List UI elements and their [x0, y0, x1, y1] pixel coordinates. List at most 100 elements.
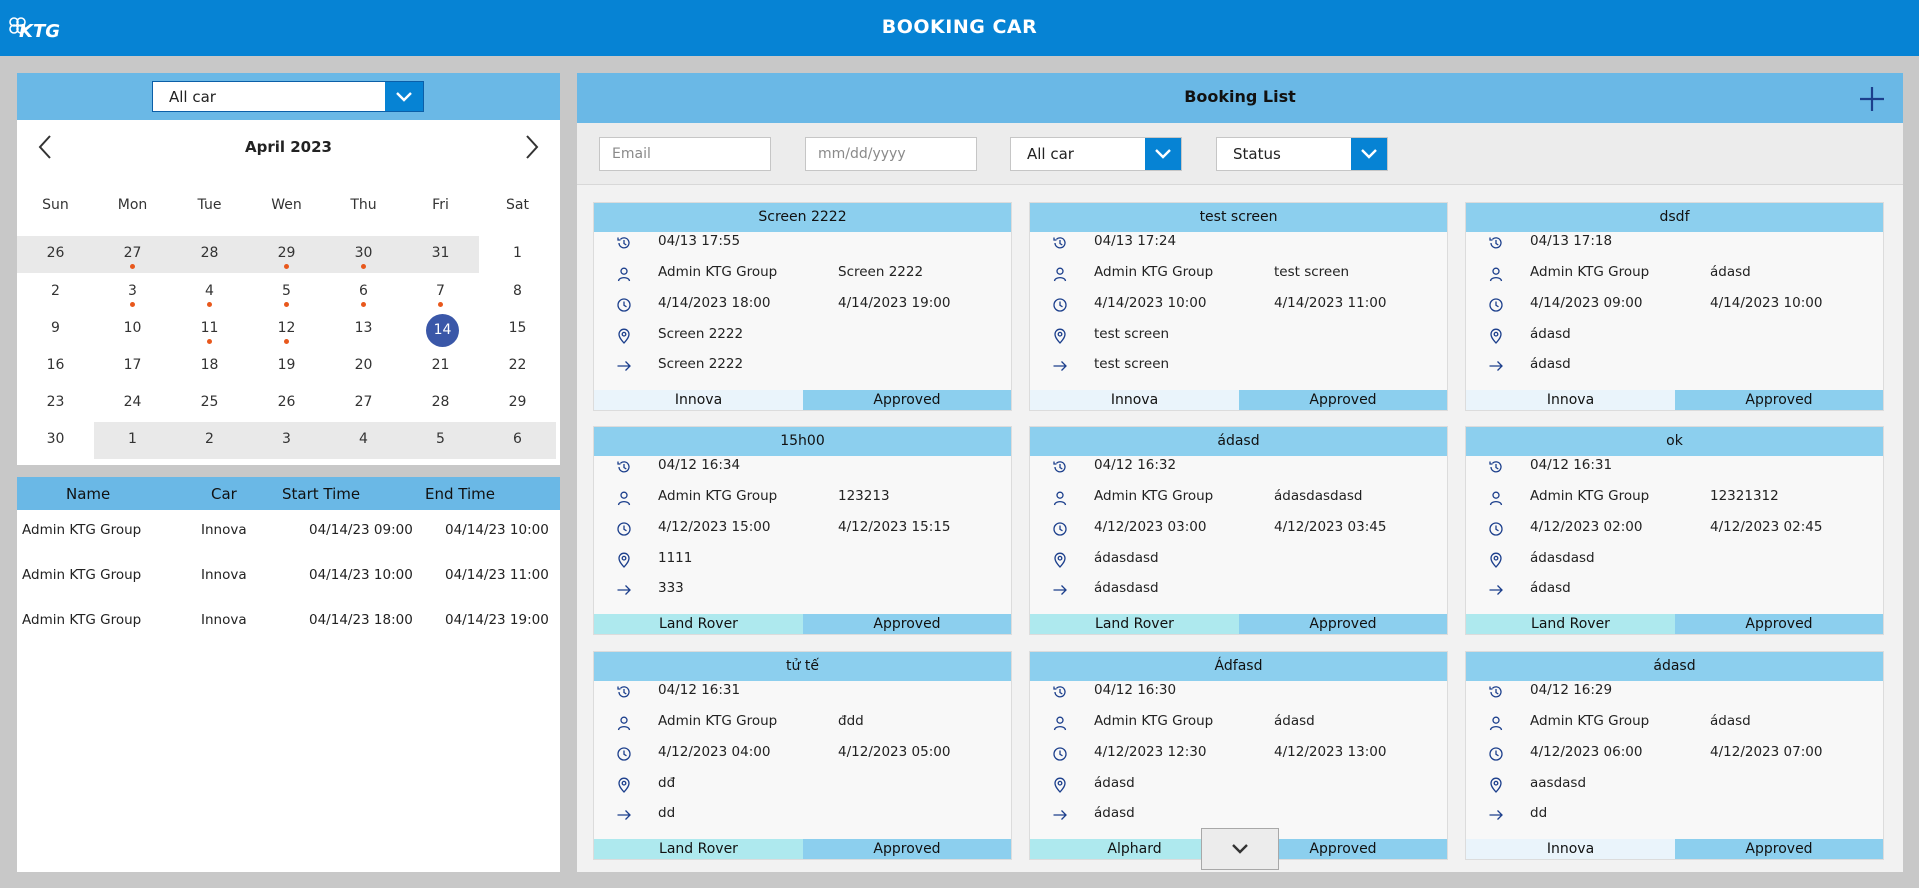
- calendar-day[interactable]: 10: [94, 311, 171, 348]
- cell-car: Innova: [201, 567, 247, 583]
- booking-card[interactable]: ádasd 04/12 16:29 Admin KTG Group ádasd 4/12…: [1465, 651, 1884, 860]
- calendar-day[interactable]: 2: [17, 274, 94, 311]
- calendar-day-number: 16: [46, 357, 65, 373]
- calendar-day-number: 11: [200, 320, 219, 336]
- booking-from-location: test screen: [1094, 326, 1170, 342]
- add-booking-button[interactable]: [1857, 84, 1887, 114]
- calendar-day[interactable]: 6: [479, 422, 556, 459]
- calendar-day-number: 20: [354, 357, 373, 373]
- calendar-day[interactable]: 29: [479, 385, 556, 422]
- booking-car-tag: Innova: [1030, 390, 1239, 410]
- booking-destination: 333: [658, 580, 684, 596]
- calendar-day[interactable]: 23: [17, 385, 94, 422]
- booking-list-header: Booking List: [577, 73, 1903, 123]
- calendar-day[interactable]: 18: [171, 348, 248, 385]
- calendar-day[interactable]: 24: [94, 385, 171, 422]
- calendar-day[interactable]: 20: [325, 348, 402, 385]
- calendar-day[interactable]: 1: [94, 422, 171, 459]
- calendar-day[interactable]: 22: [479, 348, 556, 385]
- calendar-day-number: 1: [513, 245, 522, 261]
- chevron-down-icon[interactable]: [1351, 138, 1387, 170]
- car-list-filter-dropdown[interactable]: All car: [1010, 137, 1182, 171]
- calendar-day-number: 8: [513, 283, 522, 299]
- table-header: Name Car Start Time End Time: [17, 477, 560, 510]
- clock-icon: [1052, 521, 1068, 537]
- booking-car-tag: Land Rover: [1466, 614, 1675, 634]
- calendar-day[interactable]: 21: [402, 348, 479, 385]
- calendar-day[interactable]: 27: [325, 385, 402, 422]
- calendar-day[interactable]: 4: [171, 274, 248, 311]
- booking-card[interactable]: ádasd 04/12 16:32 Admin KTG Group ádasdasda…: [1029, 426, 1448, 635]
- booking-purpose: ádasdasdasd: [1274, 488, 1363, 504]
- calendar-day[interactable]: 17: [94, 348, 171, 385]
- user-icon: [616, 490, 632, 506]
- calendar-day[interactable]: 26: [248, 385, 325, 422]
- booking-card[interactable]: ok 04/12 16:31 Admin KTG Group 12321312 4/12…: [1465, 426, 1884, 635]
- calendar-day-number: 3: [282, 431, 291, 447]
- chevron-down-icon[interactable]: [1145, 138, 1181, 170]
- calendar-day[interactable]: 31: [402, 236, 479, 273]
- booking-end-time: 4/12/2023 15:15: [838, 519, 951, 535]
- calendar-day[interactable]: 6: [325, 274, 402, 311]
- chevron-down-icon[interactable]: [385, 82, 423, 111]
- calendar-day[interactable]: 28: [171, 236, 248, 273]
- user-icon: [1488, 490, 1504, 506]
- calendar-day-number: 4: [359, 431, 368, 447]
- weekday-label: Wen: [271, 197, 302, 213]
- booking-card-title: ok: [1466, 427, 1883, 456]
- booking-purpose: 12321312: [1710, 488, 1779, 504]
- calendar-day[interactable]: 9: [17, 311, 94, 348]
- weekday-label: Sat: [506, 197, 529, 213]
- calendar-day[interactable]: 1: [479, 236, 556, 273]
- booking-user: Admin KTG Group: [1094, 713, 1214, 729]
- booking-created-time: 04/12 16:31: [1530, 457, 1613, 473]
- calendar-day-number: 18: [200, 357, 219, 373]
- calendar-day[interactable]: 7: [402, 274, 479, 311]
- calendar-day[interactable]: 5: [248, 274, 325, 311]
- calendar-day[interactable]: 5: [402, 422, 479, 459]
- booking-end-time: 4/12/2023 03:45: [1274, 519, 1387, 535]
- calendar-day[interactable]: 15: [479, 311, 556, 348]
- calendar-day[interactable]: 27: [94, 236, 171, 273]
- booking-card[interactable]: Screen 2222 04/13 17:55 Admin KTG Group Scr…: [593, 202, 1012, 411]
- booking-card[interactable]: dsdf 04/13 17:18 Admin KTG Group ádasd 4/14/…: [1465, 202, 1884, 411]
- calendar-day-number: 26: [46, 245, 65, 261]
- status-filter-dropdown[interactable]: Status: [1216, 137, 1388, 171]
- user-icon: [1052, 715, 1068, 731]
- calendar-day[interactable]: 26: [17, 236, 94, 273]
- next-month-button[interactable]: [522, 132, 542, 162]
- calendar-day[interactable]: 13: [325, 311, 402, 348]
- calendar-day[interactable]: 8: [479, 274, 556, 311]
- calendar-day[interactable]: 25: [171, 385, 248, 422]
- calendar-day[interactable]: 4: [325, 422, 402, 459]
- calendar-day[interactable]: 30: [17, 422, 94, 459]
- calendar-day[interactable]: 19: [248, 348, 325, 385]
- calendar-day[interactable]: 12: [248, 311, 325, 348]
- calendar-day-number: 30: [46, 431, 65, 447]
- booking-car-tag: Innova: [1466, 390, 1675, 410]
- calendar-day[interactable]: 3: [248, 422, 325, 459]
- scroll-down-button[interactable]: [1201, 828, 1279, 870]
- history-icon: [1488, 235, 1504, 251]
- booking-created-time: 04/12 16:32: [1094, 457, 1177, 473]
- date-filter-input[interactable]: [805, 137, 977, 171]
- user-icon: [616, 715, 632, 731]
- arrow-right-icon: [616, 358, 632, 374]
- calendar-day[interactable]: 30: [325, 236, 402, 273]
- email-filter-input[interactable]: [599, 137, 771, 171]
- calendar-day[interactable]: 28: [402, 385, 479, 422]
- calendar-day[interactable]: 2: [171, 422, 248, 459]
- car-filter-dropdown[interactable]: All car: [152, 81, 424, 112]
- calendar-day[interactable]: 3: [94, 274, 171, 311]
- location-pin-icon: [616, 777, 632, 793]
- calendar-day[interactable]: 11: [171, 311, 248, 348]
- booking-card[interactable]: tử tế 04/12 16:31 Admin KTG Group đdd 4/12/2…: [593, 651, 1012, 860]
- calendar-day[interactable]: 16: [17, 348, 94, 385]
- calendar-day-selected[interactable]: 14: [426, 314, 459, 347]
- booking-card[interactable]: 15h00 04/12 16:34 Admin KTG Group 123213 4/1…: [593, 426, 1012, 635]
- booking-created-time: 04/12 16:31: [658, 682, 741, 698]
- calendar-day[interactable]: 29: [248, 236, 325, 273]
- booking-destination: dd: [658, 805, 676, 821]
- booking-card[interactable]: test screen 04/13 17:24 Admin KTG Group tes…: [1029, 202, 1448, 411]
- location-pin-icon: [1488, 552, 1504, 568]
